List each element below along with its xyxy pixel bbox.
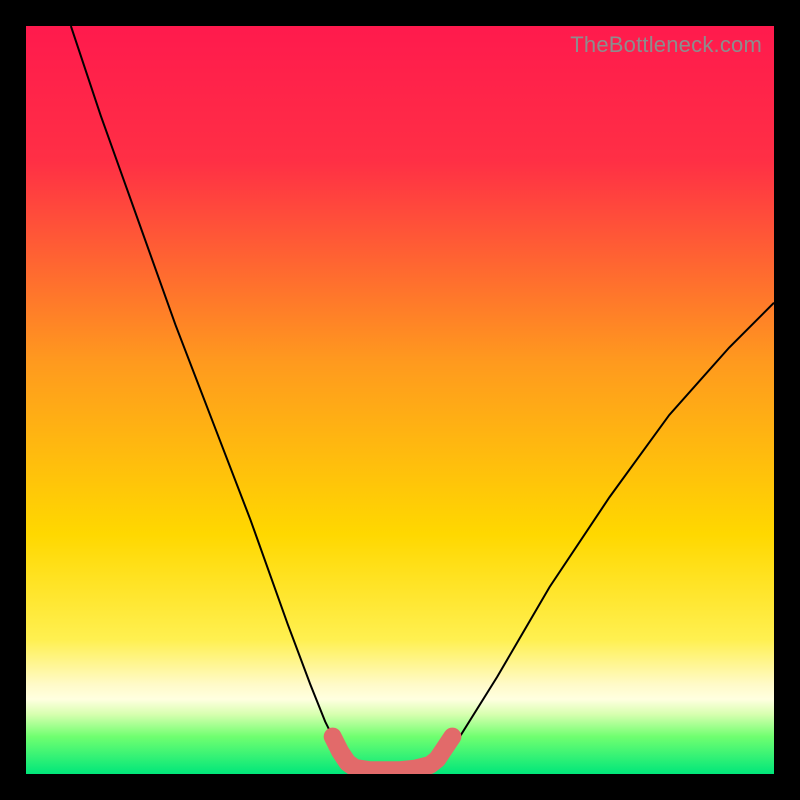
watermark-text: TheBottleneck.com <box>570 32 762 58</box>
gradient-background <box>26 26 774 774</box>
plot-area: TheBottleneck.com <box>26 26 774 774</box>
chart-svg <box>26 26 774 774</box>
outer-frame: TheBottleneck.com <box>0 0 800 800</box>
